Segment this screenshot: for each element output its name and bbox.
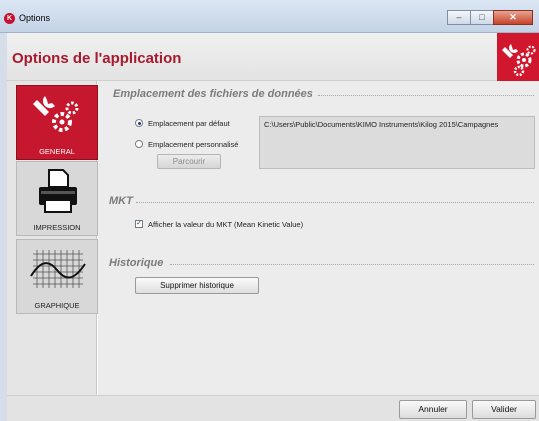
section-title-history: Historique: [109, 257, 164, 269]
page-title: Options de l'application: [12, 50, 182, 67]
sidebar-item-label: GENERAL: [39, 147, 75, 156]
section-title-mkt: MKT: [109, 195, 133, 207]
custom-location-radio[interactable]: [135, 140, 143, 148]
window-title: Options: [19, 13, 51, 23]
mkt-checkbox-label: Afficher la valeur du MKT (Mean Kinetic …: [148, 220, 304, 229]
section-divider: [170, 264, 534, 265]
section-divider: [318, 95, 534, 96]
custom-location-label: Emplacement personnalisé: [148, 140, 239, 149]
printer-icon: [39, 169, 77, 213]
sidebar-item-general[interactable]: GENERAL: [16, 85, 98, 160]
minimize-button[interactable]: –: [447, 10, 471, 25]
sidebar-item-graphique[interactable]: GRAPHIQUE: [16, 239, 98, 314]
cancel-button[interactable]: Annuler: [399, 400, 467, 419]
sidebar: GENERAL IMPRESSION GRAPHIQUE: [7, 81, 98, 395]
dialog-footer: Annuler Valider: [7, 395, 539, 421]
maximize-button[interactable]: □: [470, 10, 494, 25]
app-header: Options de l'application: [7, 33, 539, 81]
default-location-label: Emplacement par défaut: [148, 119, 230, 128]
window-controls: – □ ✕: [447, 10, 533, 25]
data-path-field: C:\Users\Public\Documents\KIMO Instrumen…: [259, 116, 535, 169]
window-left-border: [0, 33, 7, 421]
clear-history-button[interactable]: Supprimer historique: [135, 277, 259, 294]
header-logo: [497, 33, 539, 81]
section-divider: [136, 202, 534, 203]
sidebar-item-label: GRAPHIQUE: [34, 301, 80, 310]
tools-gears-icon: [502, 44, 536, 77]
graph-curve-icon: [30, 250, 86, 288]
browse-button[interactable]: Parcourir: [157, 154, 221, 169]
tools-gears-icon: [33, 96, 79, 132]
kimo-logo-icon: K: [4, 13, 15, 24]
sidebar-item-impression[interactable]: IMPRESSION: [16, 161, 98, 236]
close-button[interactable]: ✕: [493, 10, 533, 25]
main-panel: Emplacement des fichiers de données Empl…: [98, 81, 539, 395]
mkt-checkbox[interactable]: ✓: [135, 220, 143, 228]
section-title-data-location: Emplacement des fichiers de données: [113, 88, 313, 100]
sidebar-item-label: IMPRESSION: [33, 223, 81, 232]
default-location-radio[interactable]: [135, 119, 143, 127]
ok-button[interactable]: Valider: [472, 400, 536, 419]
window-titlebar: K Options – □ ✕: [0, 0, 539, 33]
